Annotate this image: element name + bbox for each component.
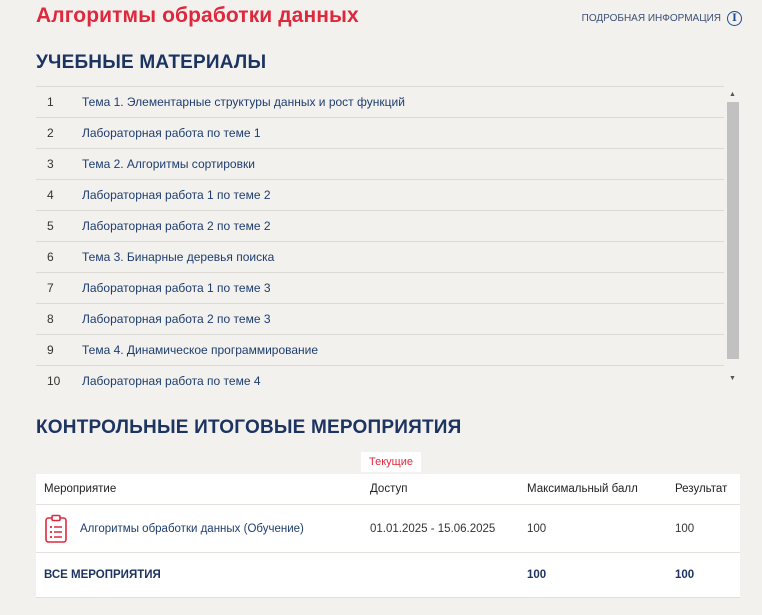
- material-row[interactable]: 3 Тема 2. Алгоритмы сортировки: [36, 148, 724, 179]
- material-link[interactable]: Тема 1. Элементарные структуры данных и …: [82, 95, 405, 109]
- total-result: 100: [675, 569, 695, 581]
- materials-scrollbar[interactable]: ▲ ▼: [725, 86, 740, 391]
- events-table-header: Мероприятие Доступ Максимальный балл Рез…: [36, 474, 740, 505]
- material-number: 6: [47, 250, 54, 264]
- material-number: 8: [47, 312, 54, 326]
- material-row[interactable]: 1 Тема 1. Элементарные структуры данных …: [36, 86, 724, 117]
- material-row[interactable]: 4 Лабораторная работа 1 по теме 2: [36, 179, 724, 210]
- material-link[interactable]: Лабораторная работа 2 по теме 3: [82, 312, 271, 326]
- material-link[interactable]: Лабораторная работа 2 по теме 2: [82, 219, 271, 233]
- material-row[interactable]: 9 Тема 4. Динамическое программирование: [36, 334, 724, 365]
- material-link[interactable]: Лабораторная работа 1 по теме 2: [82, 188, 271, 202]
- material-number: 3: [47, 157, 54, 171]
- scroll-up-arrow-icon[interactable]: ▲: [725, 87, 740, 101]
- column-header-result: Результат: [675, 483, 728, 495]
- scroll-down-arrow-icon[interactable]: ▼: [725, 371, 740, 385]
- column-header-access: Доступ: [370, 483, 408, 495]
- material-number: 2: [47, 126, 54, 140]
- materials-panel: 1 Тема 1. Элементарные структуры данных …: [36, 86, 740, 391]
- material-link[interactable]: Лабораторная работа по теме 4: [82, 374, 261, 388]
- more-info-label: ПОДРОБНАЯ ИНФОРМАЦИЯ: [581, 13, 721, 24]
- events-heading: КОНТРОЛЬНЫЕ ИТОГОВЫЕ МЕРОПРИЯТИЯ: [36, 417, 462, 438]
- material-row[interactable]: 2 Лабораторная работа по теме 1: [36, 117, 724, 148]
- clipboard-list-icon: [45, 514, 67, 543]
- materials-heading: УЧЕБНЫЕ МАТЕРИАЛЫ: [36, 52, 267, 73]
- events-table: Мероприятие Доступ Максимальный балл Рез…: [36, 474, 740, 598]
- material-row[interactable]: 8 Лабораторная работа 2 по теме 3: [36, 303, 724, 334]
- total-label: ВСЕ МЕРОПРИЯТИЯ: [44, 569, 161, 581]
- material-row[interactable]: 6 Тема 3. Бинарные деревья поиска: [36, 241, 724, 272]
- material-number: 9: [47, 343, 54, 357]
- material-row[interactable]: 7 Лабораторная работа 1 по теме 3: [36, 272, 724, 303]
- total-row: ВСЕ МЕРОПРИЯТИЯ 100 100: [36, 553, 740, 598]
- material-row[interactable]: 10 Лабораторная работа по теме 4: [36, 365, 724, 391]
- event-link[interactable]: Алгоритмы обработки данных (Обучение): [80, 523, 304, 535]
- table-row[interactable]: Алгоритмы обработки данных (Обучение) 01…: [36, 505, 740, 553]
- more-info-link[interactable]: ПОДРОБНАЯ ИНФОРМАЦИЯ i: [582, 11, 742, 26]
- event-access: 01.01.2025 - 15.06.2025: [370, 522, 496, 535]
- material-link[interactable]: Тема 2. Алгоритмы сортировки: [82, 157, 255, 171]
- material-number: 1: [47, 95, 54, 109]
- material-link[interactable]: Лабораторная работа 1 по теме 3: [82, 281, 271, 295]
- material-row[interactable]: 5 Лабораторная работа 2 по теме 2: [36, 210, 724, 241]
- material-link[interactable]: Тема 4. Динамическое программирование: [82, 343, 318, 357]
- event-max-score: 100: [527, 522, 547, 535]
- event-cell: Алгоритмы обработки данных (Обучение): [36, 514, 362, 544]
- material-number: 5: [47, 219, 54, 233]
- column-header-max-score: Максимальный балл: [527, 483, 638, 495]
- info-icon[interactable]: i: [727, 11, 742, 26]
- material-number: 10: [47, 374, 61, 388]
- scrollbar-thumb[interactable]: [727, 102, 739, 359]
- total-max-score: 100: [527, 569, 547, 581]
- material-number: 4: [47, 188, 54, 202]
- material-link[interactable]: Тема 3. Бинарные деревья поиска: [82, 250, 274, 264]
- materials-list: 1 Тема 1. Элементарные структуры данных …: [36, 86, 724, 391]
- event-result: 100: [675, 522, 695, 535]
- tab-current[interactable]: Текущие: [361, 452, 421, 472]
- material-link[interactable]: Лабораторная работа по теме 1: [82, 126, 261, 140]
- course-title: Алгоритмы обработки данных: [36, 4, 359, 27]
- column-header-event: Мероприятие: [44, 483, 117, 495]
- material-number: 7: [47, 281, 54, 295]
